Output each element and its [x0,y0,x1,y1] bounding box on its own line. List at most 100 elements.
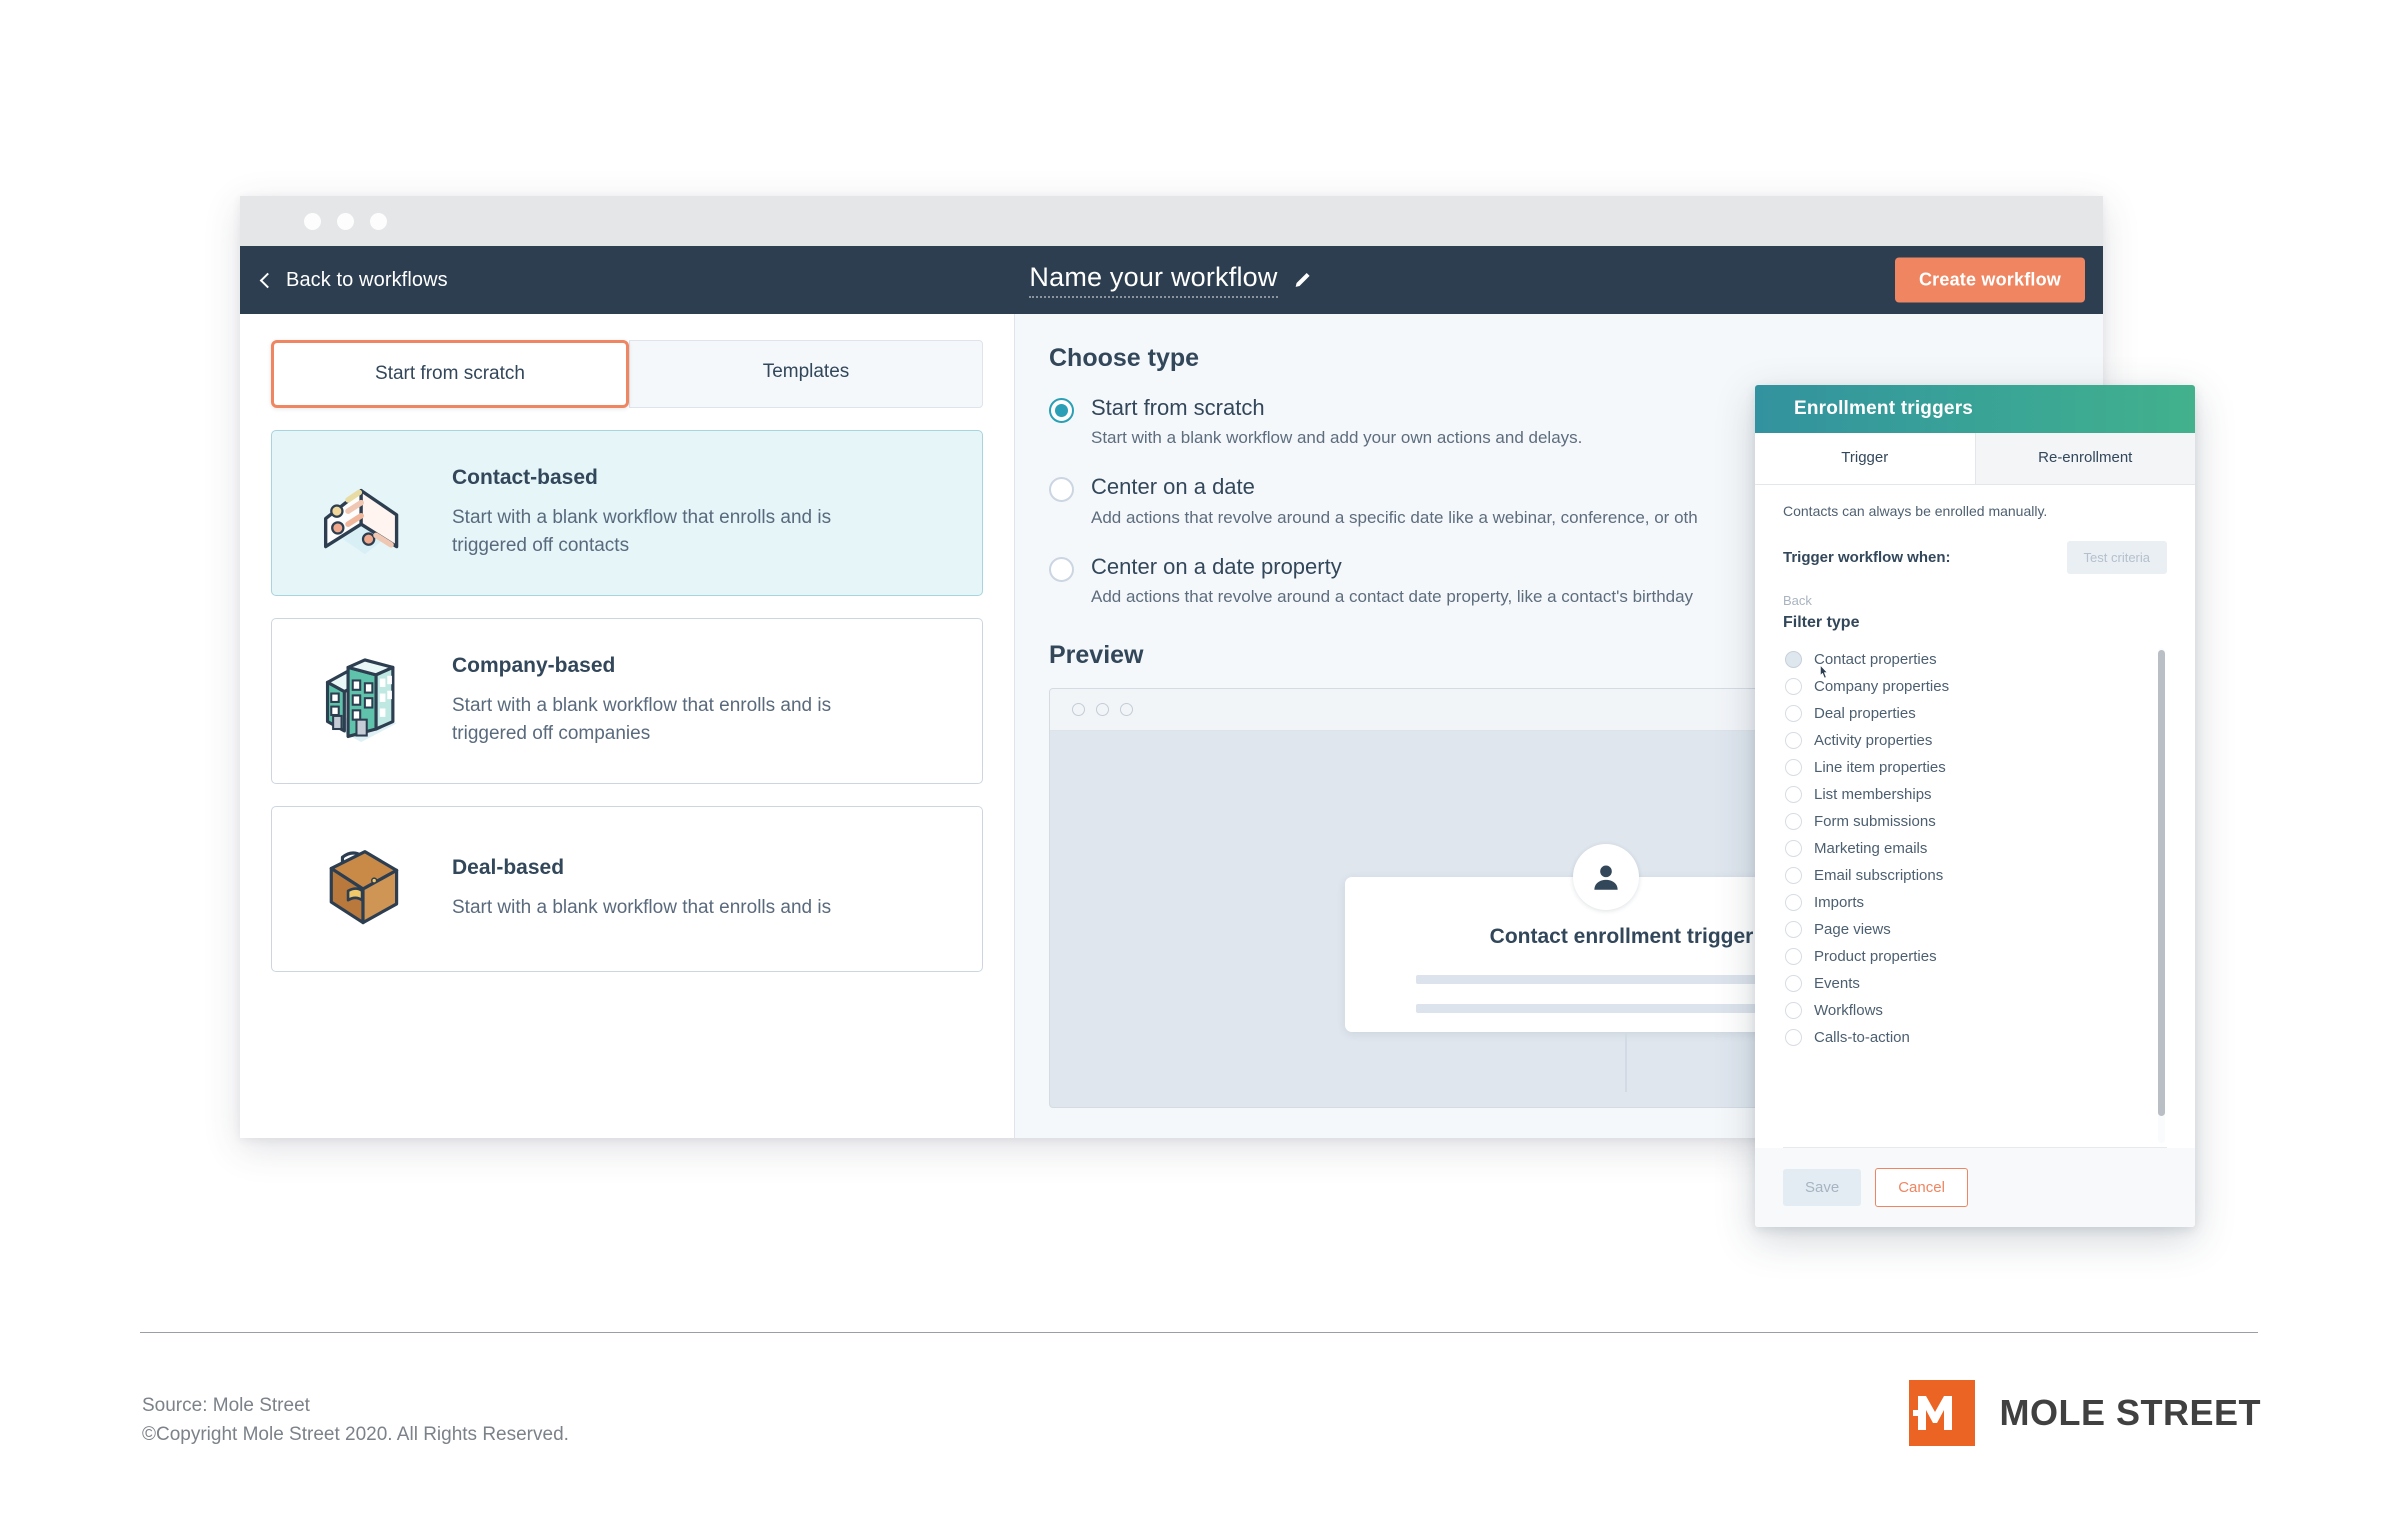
radio-email-subscriptions[interactable] [1785,867,1802,884]
back-to-workflows-link[interactable]: Back to workflows [259,269,448,292]
radio-center-on-a-date[interactable] [1049,477,1074,503]
tab-start-from-scratch[interactable]: Start from scratch [271,340,629,408]
test-criteria-button[interactable]: Test criteria [2066,541,2167,574]
filter-item-deal-properties[interactable]: Deal properties [1783,700,2149,727]
filter-item-label: Contact properties [1814,651,1937,668]
preview-dot-minimize-icon [1096,703,1109,717]
window-dot-minimize-icon[interactable] [337,212,354,230]
filter-item-list-memberships[interactable]: List memberships [1783,781,2149,808]
card-company-based-description: Start with a blank workflow that enrolls… [452,695,832,744]
workflow-name-field[interactable]: Name your workflow [1029,262,1278,298]
create-workflow-button[interactable]: Create workflow [1894,257,2085,303]
filter-item-activity-properties[interactable]: Activity properties [1783,727,2149,754]
enrollment-triggers-panel: Enrollment triggers Trigger Re-enrollmen… [1755,385,2195,1227]
filter-item-email-subscriptions[interactable]: Email subscriptions [1783,862,2149,889]
trigger-when-row: Trigger workflow when: Test criteria [1783,541,2167,574]
option-center-on-a-date-description: Add actions that revolve around a specif… [1091,507,1698,527]
mole-street-logo: MOLE STREET [1909,1380,2261,1446]
card-company-based[interactable]: Company-based Start with a blank workflo… [271,618,983,784]
tab-templates[interactable]: Templates [629,340,983,408]
filter-item-imports[interactable]: Imports [1783,889,2149,916]
filter-item-label: Imports [1814,894,1865,911]
tab-trigger[interactable]: Trigger [1755,433,1975,484]
workflow-title-group: Name your workflow [240,246,2103,314]
card-deal-based[interactable]: Deal-based Start with a blank workflow t… [271,806,983,972]
filter-list-scrollbar-thumb[interactable] [2158,650,2165,1116]
filter-item-company-properties[interactable]: Company properties [1783,673,2149,700]
panel-header: Enrollment triggers [1755,385,2195,433]
option-center-on-a-date-property-label: Center on a date property [1091,553,1342,579]
footer-source-text: Source: Mole Street ©Copyright Mole Stre… [142,1392,569,1450]
filter-item-label: Page views [1814,921,1891,938]
mole-street-logo-mark-icon [1909,1380,1976,1446]
radio-form-submissions[interactable] [1785,813,1802,830]
pencil-icon[interactable] [1292,269,1314,291]
card-deal-based-title: Deal-based [452,856,565,880]
radio-page-views[interactable] [1785,921,1802,938]
filter-item-label: Workflows [1814,1002,1883,1019]
filter-item-page-views[interactable]: Page views [1783,916,2149,943]
filter-item-label: Email subscriptions [1814,867,1944,884]
filter-type-list: Contact properties Company properties De… [1783,646,2167,1147]
radio-marketing-emails[interactable] [1785,840,1802,857]
panel-body: Contacts can always be enrolled manually… [1755,485,2195,1148]
radio-events[interactable] [1785,975,1802,992]
footer-divider [140,1332,2258,1333]
briefcase-icon [302,833,424,945]
filter-item-label: Line item properties [1814,759,1946,776]
tab-re-enrollment[interactable]: Re-enrollment [1974,433,2195,484]
radio-center-on-a-date-property[interactable] [1049,556,1074,582]
radio-product-properties[interactable] [1785,948,1802,965]
preview-dot-maximize-icon [1120,703,1133,717]
filter-item-product-properties[interactable]: Product properties [1783,943,2149,970]
option-center-on-a-date-label: Center on a date [1091,474,1255,500]
radio-calls-to-action[interactable] [1785,1029,1802,1046]
filter-item-contact-properties[interactable]: Contact properties [1783,646,2149,673]
preview-connector-line [1625,1032,1627,1093]
filter-item-events[interactable]: Events [1783,970,2149,997]
filter-item-workflows[interactable]: Workflows [1783,997,2149,1024]
option-center-on-a-date-property-text: Center on a date property Add actions th… [1091,554,1693,607]
app-header: Back to workflows Name your workflow Cre… [240,246,2103,314]
radio-workflows[interactable] [1785,1002,1802,1019]
card-company-based-text: Company-based Start with a blank workflo… [452,654,882,747]
card-contact-based-text: Contact-based Start with a blank workflo… [452,466,882,559]
filter-item-marketing-emails[interactable]: Marketing emails [1783,835,2149,862]
filter-item-form-submissions[interactable]: Form submissions [1783,808,2149,835]
radio-imports[interactable] [1785,894,1802,911]
source-line: Source: Mole Street [142,1395,310,1416]
radio-contact-properties[interactable] [1785,651,1802,668]
filter-item-label: Marketing emails [1814,840,1928,857]
option-center-on-a-date-property-description: Add actions that revolve around a contac… [1091,587,1694,607]
panel-tabs: Trigger Re-enrollment [1755,433,2195,485]
panel-footer: Save Cancel [1755,1148,2195,1227]
window-dot-close-icon[interactable] [304,212,321,230]
preview-dot-close-icon [1072,703,1085,717]
card-contact-based-title: Contact-based [452,466,598,490]
filter-item-label: Activity properties [1814,732,1933,749]
panel-back-link[interactable]: Back [1783,593,2167,608]
contact-list-icon [302,457,424,569]
radio-deal-properties[interactable] [1785,705,1802,722]
copyright-line: ©Copyright Mole Street 2020. All Rights … [142,1423,569,1445]
save-button[interactable]: Save [1783,1169,1862,1206]
radio-line-item-properties[interactable] [1785,759,1802,776]
option-start-from-scratch-description: Start with a blank workflow and add your… [1091,428,1583,448]
radio-start-from-scratch[interactable] [1049,398,1074,423]
window-dot-maximize-icon[interactable] [370,212,387,230]
card-contact-based-description: Start with a blank workflow that enrolls… [452,507,832,556]
sidebar-tabs: Start from scratch Templates [271,340,983,408]
radio-list-memberships[interactable] [1785,786,1802,803]
filter-item-label: Form submissions [1814,813,1936,830]
choose-type-heading: Choose type [1049,344,1200,372]
card-contact-based[interactable]: Contact-based Start with a blank workflo… [271,430,983,596]
option-start-from-scratch-label: Start from scratch [1091,395,1265,420]
workflow-type-sidebar: Start from scratch Templates Contact-bas… [240,314,1015,1138]
radio-company-properties[interactable] [1785,678,1802,695]
filter-list-container: Contact properties Company properties De… [1783,646,2167,1148]
office-building-icon [302,645,424,757]
filter-item-line-item-properties[interactable]: Line item properties [1783,754,2149,781]
radio-activity-properties[interactable] [1785,732,1802,749]
cancel-button[interactable]: Cancel [1875,1168,1968,1207]
filter-item-calls-to-action[interactable]: Calls-to-action [1783,1024,2149,1051]
